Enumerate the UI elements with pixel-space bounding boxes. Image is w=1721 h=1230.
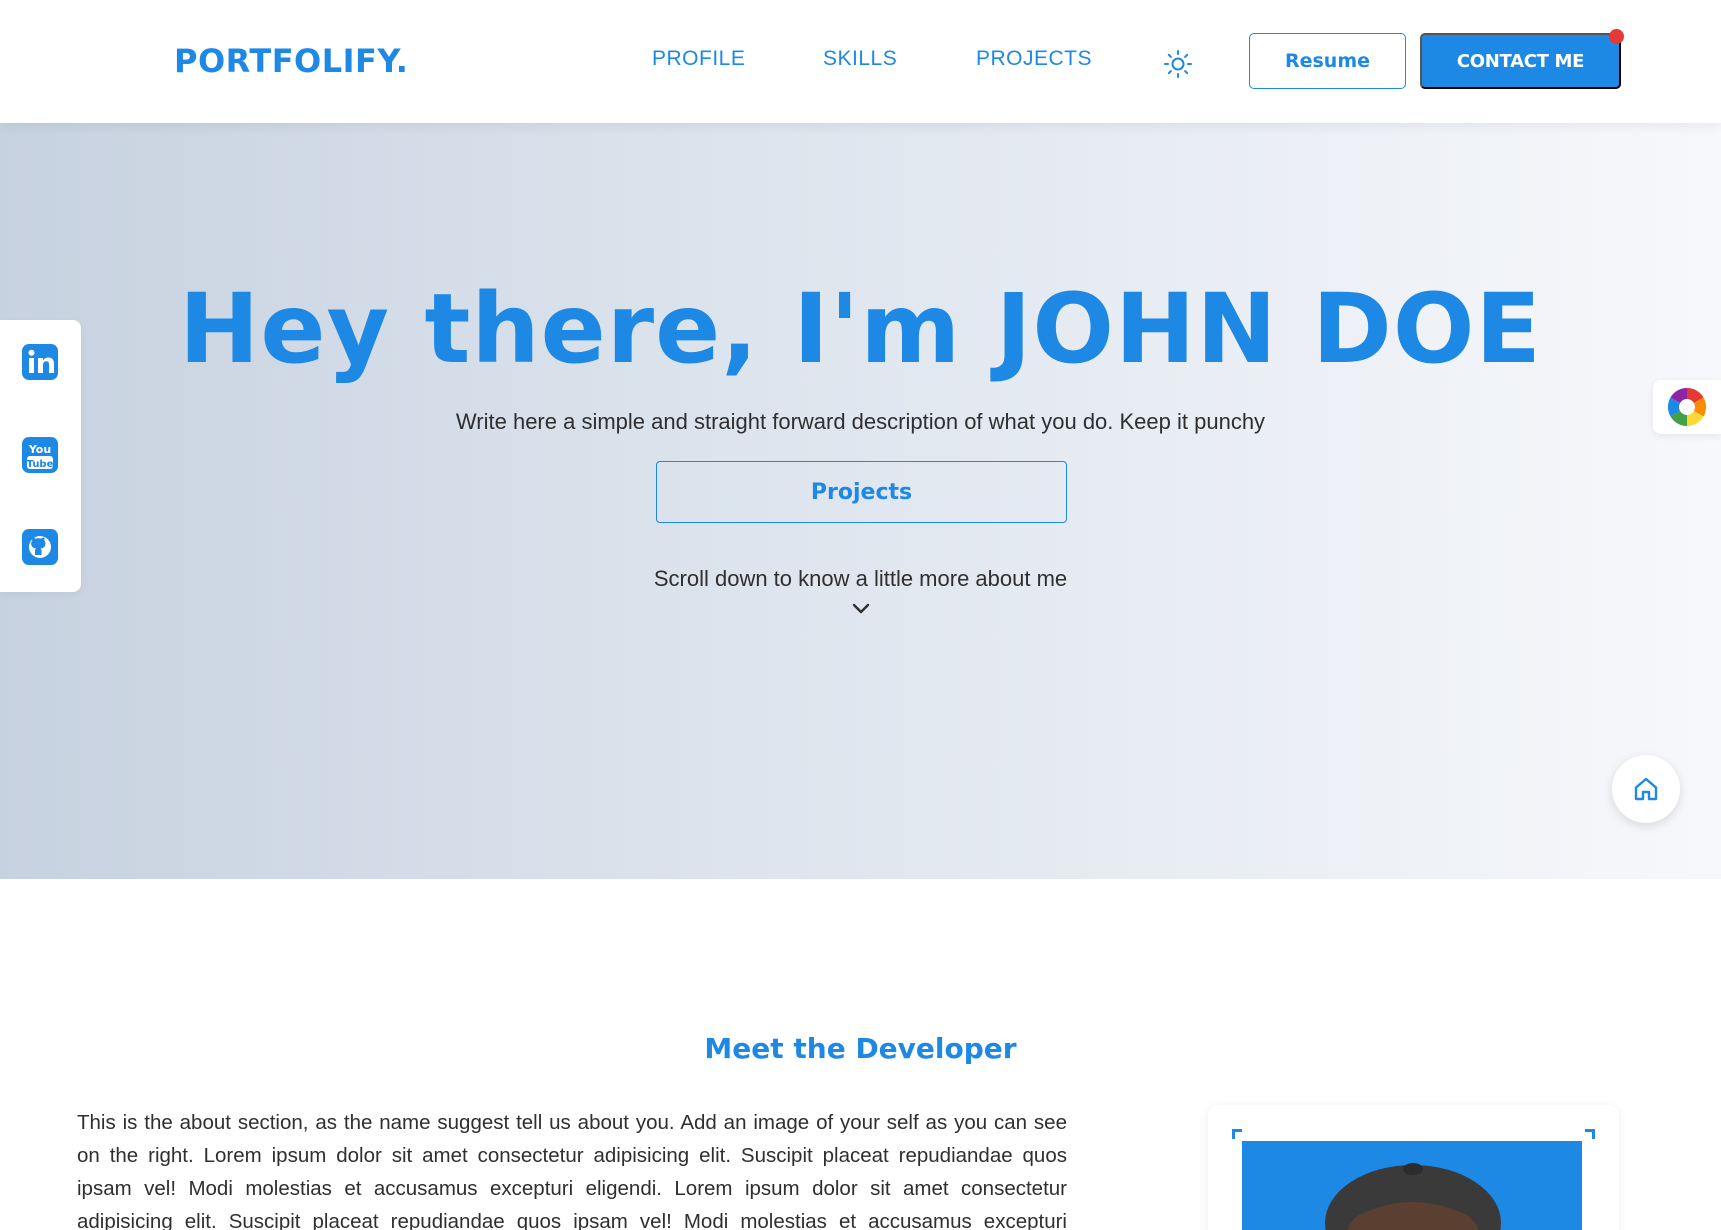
color-picker-widget[interactable]	[1653, 380, 1721, 434]
home-button[interactable]	[1612, 755, 1680, 823]
svg-text:Tube: Tube	[27, 459, 54, 470]
github-link[interactable]	[21, 528, 59, 566]
contact-me-button[interactable]: CONTACT ME	[1420, 33, 1621, 89]
linkedin-icon	[22, 344, 58, 380]
chevron-down-icon[interactable]	[852, 602, 870, 616]
developer-photo	[1242, 1141, 1582, 1230]
about-text: This is the about section, as the name s…	[77, 1111, 1067, 1230]
resume-button[interactable]: Resume	[1249, 33, 1406, 89]
linkedin-link[interactable]	[21, 343, 59, 381]
social-sidebar: You Tube	[0, 320, 81, 592]
notification-dot	[1609, 29, 1624, 44]
nav-link-projects[interactable]: PROJECTS	[976, 47, 1092, 71]
site-logo[interactable]: PORTFOLIFY.	[174, 42, 408, 80]
sun-icon	[1164, 50, 1192, 78]
color-wheel-icon	[1667, 387, 1707, 427]
projects-button[interactable]: Projects	[656, 461, 1067, 523]
svg-text:You: You	[28, 443, 51, 456]
nav-link-skills[interactable]: SKILLS	[823, 47, 897, 71]
youtube-link[interactable]: You Tube	[21, 436, 59, 474]
hero-description: Write here a simple and straight forward…	[455, 409, 1266, 434]
nav-link-profile[interactable]: PROFILE	[652, 47, 745, 71]
frame-corner	[1232, 1129, 1242, 1139]
hero-title: Hey there, I'm JOHN DOE	[178, 273, 1542, 385]
scroll-hint: Scroll down to know a little more about …	[653, 566, 1068, 591]
hero-section: Hey there, I'm JOHN DOE Write here a sim…	[0, 123, 1721, 879]
home-icon	[1634, 777, 1658, 801]
about-heading: Meet the Developer	[704, 1032, 1017, 1065]
github-icon	[22, 529, 58, 565]
site-header: PORTFOLIFY. PROFILE SKILLS PROJECTS Resu…	[0, 0, 1721, 123]
theme-toggle-button[interactable]	[1161, 47, 1195, 81]
developer-photo-card	[1208, 1105, 1619, 1230]
avatar-illustration	[1325, 1163, 1501, 1230]
frame-corner	[1585, 1129, 1595, 1139]
youtube-icon: You Tube	[22, 437, 58, 473]
